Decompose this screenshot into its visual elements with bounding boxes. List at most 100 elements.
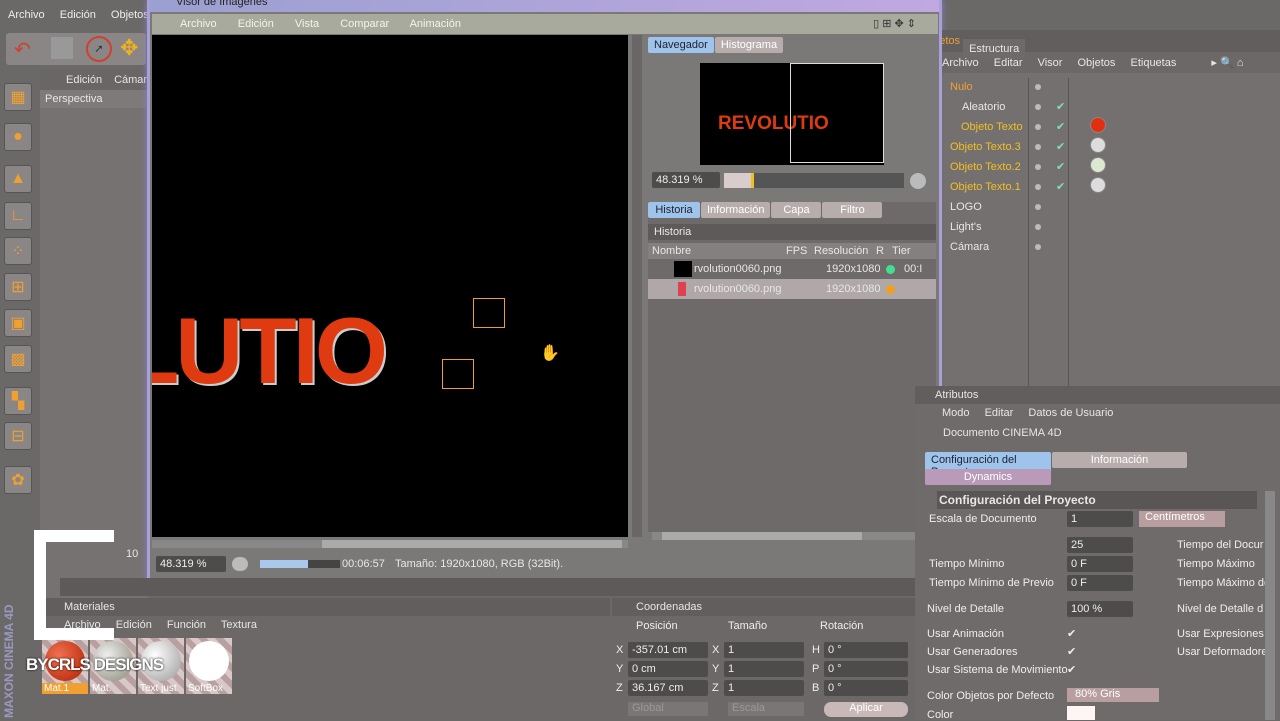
objects-menu-archivo[interactable]: Archivo xyxy=(942,57,979,69)
tab-navegador[interactable]: Navegador xyxy=(648,37,714,53)
move-tool-icon[interactable]: ✥ xyxy=(120,35,138,61)
uv-icon[interactable]: ⊟ xyxy=(4,422,32,450)
attr-menu-modo[interactable]: Modo xyxy=(942,407,970,419)
object-item[interactable]: Cámara xyxy=(950,237,989,257)
viewport-menu-edicion[interactable]: Edición xyxy=(66,74,102,86)
tab-informacion[interactable]: Información xyxy=(701,202,771,218)
material-tag-icon[interactable] xyxy=(1090,157,1106,173)
visibility-dot[interactable] xyxy=(1035,104,1041,110)
menu-objetos[interactable]: Objetos xyxy=(111,9,149,21)
sculpt-icon[interactable]: ✿ xyxy=(4,466,32,494)
history-row[interactable]: rvolution0060.png 1920x1080 xyxy=(648,279,936,299)
pos-z-field[interactable]: 36.167 cm xyxy=(628,680,708,696)
object-item[interactable]: LOGO xyxy=(950,197,982,217)
viewer-menu-animacion[interactable]: Animación xyxy=(410,18,461,30)
viewer-menu-archivo[interactable]: Archivo xyxy=(180,18,217,30)
tab-filtro[interactable]: Filtro xyxy=(822,202,883,218)
rot-b-field[interactable]: 0 ° xyxy=(824,680,908,696)
material-tag-icon[interactable] xyxy=(1090,177,1106,193)
size-y-field[interactable]: 1 xyxy=(724,661,804,677)
history-row[interactable]: rvolution0060.png 1920x1080 00:I xyxy=(648,259,936,279)
object-item[interactable]: Objeto Texto xyxy=(961,117,1023,137)
viewer-menu-vista[interactable]: Vista xyxy=(295,18,319,30)
fps-field[interactable]: 25 xyxy=(1067,537,1133,553)
tab-objetos[interactable]: Objetos xyxy=(942,30,960,52)
size-z-field[interactable]: 1 xyxy=(724,680,804,696)
tab-histograma[interactable]: Histograma xyxy=(714,37,784,53)
objects-menu-objetos[interactable]: Objetos xyxy=(1078,57,1116,69)
col-nombre[interactable]: Nombre xyxy=(648,243,786,259)
play-button[interactable] xyxy=(232,557,248,571)
tab-dynamics[interactable]: Dynamics xyxy=(925,469,1051,485)
objects-menu-editar[interactable]: Editar xyxy=(994,57,1023,69)
cube-icon[interactable]: ● xyxy=(4,123,32,151)
select-tool-icon[interactable]: ➚ xyxy=(86,36,112,62)
material-tag-icon[interactable] xyxy=(1090,137,1106,153)
color-defecto-dropdown[interactable]: 80% Gris xyxy=(1067,688,1159,702)
visibility-dot[interactable] xyxy=(1035,244,1041,250)
viewer-menu-edicion[interactable]: Edición xyxy=(238,18,274,30)
vertical-scrollbar[interactable] xyxy=(632,35,642,537)
object-item[interactable]: Nulo xyxy=(950,77,973,97)
size-x-field[interactable]: 1 xyxy=(724,642,804,658)
object-item[interactable]: Objeto Texto.3 xyxy=(950,137,1021,157)
attributes-scrollbar[interactable] xyxy=(1265,491,1275,720)
visibility-dot[interactable] xyxy=(1035,84,1041,90)
escala-dropdown[interactable]: Escala xyxy=(728,702,804,716)
usar-generadores-checkbox[interactable]: ✔ xyxy=(1067,645,1076,658)
layout-icon[interactable]: ▦ xyxy=(4,83,32,111)
unit-dropdown[interactable]: Centímetros xyxy=(1139,511,1225,527)
col-tier[interactable]: Tier xyxy=(892,243,911,259)
axis-icon[interactable]: ▲ xyxy=(4,165,32,193)
check-icon[interactable]: ✔ xyxy=(1056,180,1065,193)
object-item[interactable]: Objeto Texto.1 xyxy=(950,177,1021,197)
history-scrollbar[interactable] xyxy=(652,532,922,540)
check-icon[interactable]: ✔ xyxy=(1056,160,1065,173)
tab-historia[interactable]: Historia xyxy=(648,202,700,218)
panel-icons[interactable]: ▯ ⊞ ✥ ⇕ xyxy=(873,14,916,34)
check-icon[interactable]: ✔ xyxy=(1056,140,1065,153)
color-swatch[interactable] xyxy=(1067,706,1095,720)
visibility-dot[interactable] xyxy=(1035,164,1041,170)
material-tag-icon[interactable] xyxy=(1090,117,1106,133)
menu-archivo[interactable]: Archivo xyxy=(8,9,45,21)
navigator-zoom[interactable]: 48.319 % xyxy=(652,172,720,188)
tab-capa[interactable]: Capa xyxy=(771,202,822,218)
mat-menu-textura[interactable]: Textura xyxy=(221,619,257,631)
checker-icon[interactable]: ▚ xyxy=(4,387,32,415)
visibility-dot[interactable] xyxy=(1035,224,1041,230)
col-fps[interactable]: FPS xyxy=(786,243,814,259)
viewer-menu-comparar[interactable]: Comparar xyxy=(340,18,389,30)
grid-icon[interactable]: ⊞ xyxy=(4,273,32,301)
object-item[interactable]: Aleatorio xyxy=(962,97,1005,117)
attr-menu-editar[interactable]: Editar xyxy=(985,407,1014,419)
points-icon[interactable]: ⁘ xyxy=(4,237,32,265)
navigator-preview[interactable]: REVOLUTIO xyxy=(700,63,884,165)
global-dropdown[interactable]: Global xyxy=(628,702,708,716)
escala-field[interactable]: 1 xyxy=(1067,511,1133,527)
navigator-next-button[interactable] xyxy=(910,173,926,189)
redo-icon[interactable] xyxy=(51,37,73,59)
zoom-field[interactable]: 48.319 % xyxy=(156,556,226,572)
edge-icon[interactable]: ∟ xyxy=(4,202,32,230)
nivel-field[interactable]: 100 % xyxy=(1067,601,1133,617)
rot-h-field[interactable]: 0 ° xyxy=(824,642,908,658)
apply-button[interactable]: Aplicar xyxy=(824,702,908,717)
mat-menu-funcion[interactable]: Función xyxy=(167,619,206,631)
render-canvas[interactable]: LUTIO ✋ xyxy=(152,35,628,537)
tiempo-min-field[interactable]: 0 F xyxy=(1067,556,1133,572)
viewport[interactable]: Edición Cámara Perspectiva 10 xyxy=(40,70,153,600)
mat-menu-edicion[interactable]: Edición xyxy=(116,619,152,631)
usar-animacion-checkbox[interactable]: ✔ xyxy=(1067,627,1076,640)
object-item[interactable]: Objeto Texto.2 xyxy=(950,157,1021,177)
col-resolucion[interactable]: Resolución xyxy=(814,243,876,259)
undo-icon[interactable]: ↶ xyxy=(14,37,31,62)
tiempo-min-previo-field[interactable]: 0 F xyxy=(1067,575,1133,591)
objects-menu-visor[interactable]: Visor xyxy=(1038,57,1063,69)
polygon-icon[interactable]: ▣ xyxy=(4,309,32,337)
pos-y-field[interactable]: 0 cm xyxy=(628,661,708,677)
usar-movimiento-checkbox[interactable]: ✔ xyxy=(1067,663,1076,676)
timeline-bar[interactable] xyxy=(60,578,915,596)
pos-x-field[interactable]: -357.01 cm xyxy=(628,642,708,658)
horizontal-scrollbar[interactable] xyxy=(152,540,628,548)
